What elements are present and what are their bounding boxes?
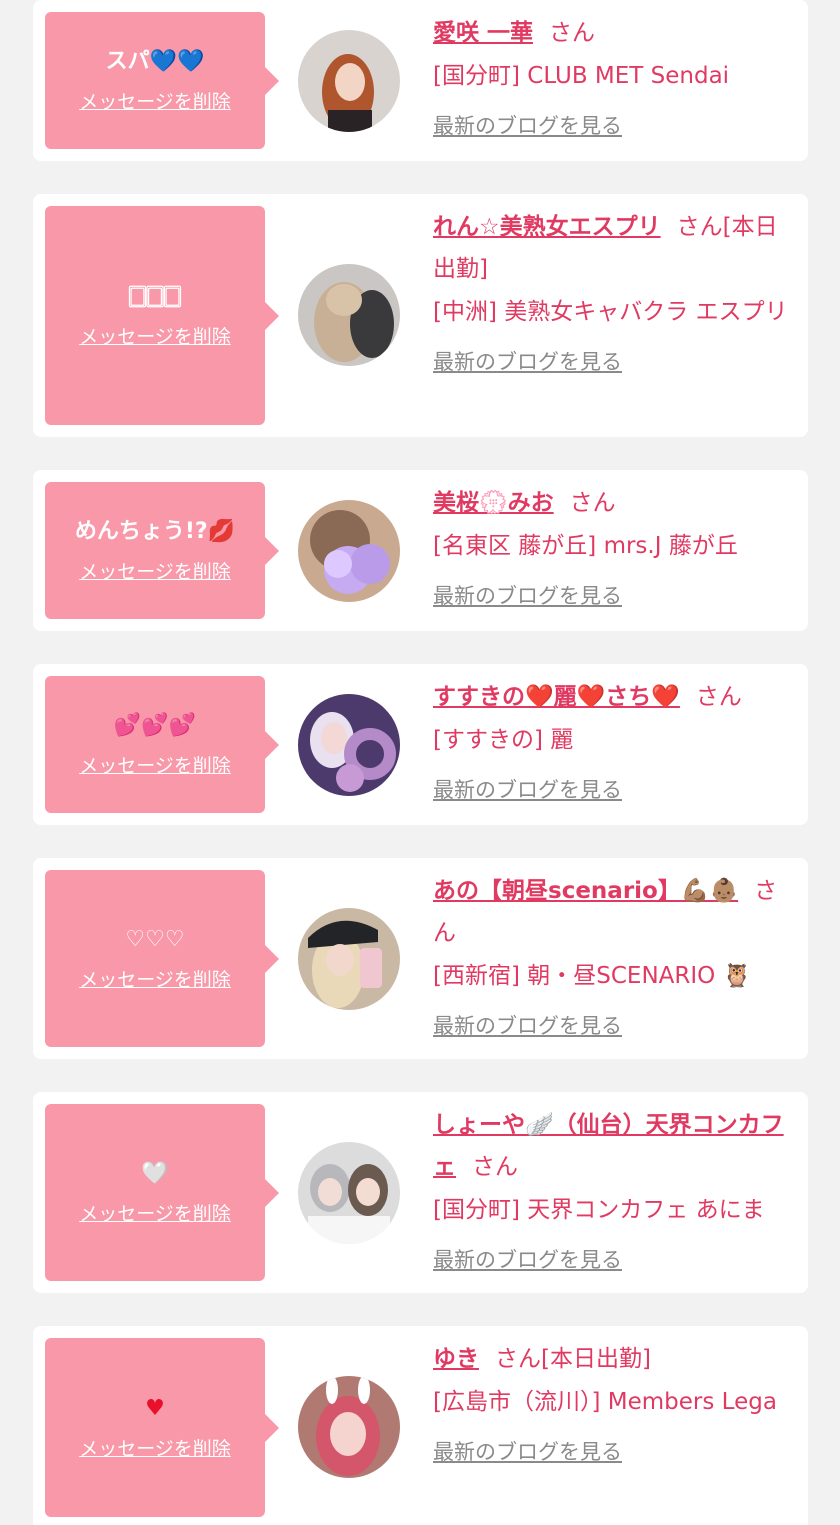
message-text: ♥ [145,1396,165,1421]
cast-name-link[interactable]: 美桜💮みお [433,490,554,516]
message-text: めんちょう!?💋 [74,519,236,544]
delete-message-link[interactable]: メッセージを削除 [79,1199,231,1226]
avatar[interactable] [298,264,400,366]
list-item: 🀆🀆🀆 メッセージを削除 れん☆美熟女エスプリ さん[本日出勤] [中洲] 美熟女… [33,194,808,437]
honorific: さん [676,214,723,240]
avatar[interactable] [298,1376,400,1478]
cast-name-link[interactable]: 愛咲 一華 [433,20,533,46]
message-bubble: スパ💙💙 メッセージを削除 [45,12,279,149]
message-bubble: 🀆🀆🀆 メッセージを削除 [45,206,279,425]
cast-name-link[interactable]: すすきの❤️麗❤️さち❤️ [433,684,680,710]
list-item: ♡♡♡ メッセージを削除 あの【朝昼scenario】💪🏽👶🏽 さん [西新宿] … [33,858,808,1059]
shop-name: [国分町] CLUB MET Sendai [433,63,730,89]
cast-name-link[interactable]: れん☆美熟女エスプリ [433,214,661,240]
message-text: 🤍 [141,1161,169,1186]
message-text: 🀆🀆🀆 [128,284,182,309]
avatar[interactable] [298,694,400,796]
shop-name: [広島市（流川）] Members Lega [433,1389,777,1415]
delete-message-link[interactable]: メッセージを削除 [79,965,231,992]
delete-message-link[interactable]: メッセージを削除 [79,751,231,778]
latest-blog-link[interactable]: 最新のブログを見る [433,1240,622,1280]
latest-blog-link[interactable]: 最新のブログを見る [433,770,622,810]
honorific: さん [472,1154,518,1180]
cast-name-link[interactable]: あの【朝昼scenario】💪🏽👶🏽 [433,878,738,904]
message-bubble: ♡♡♡ メッセージを削除 [45,870,279,1047]
latest-blog-link[interactable]: 最新のブログを見る [433,106,622,146]
shop-name: [すすきの] 麗 [433,727,574,753]
avatar[interactable] [298,1142,400,1244]
honorific: さん [695,684,742,710]
honorific: さん [569,490,616,516]
list-item: 💕💕💕 メッセージを削除 すすきの❤️麗❤️さち❤️ さん [すすきの] 麗 最新… [33,664,808,825]
message-bubble: 💕💕💕 メッセージを削除 [45,676,279,813]
shop-name: [名東区 藤が丘] mrs.J 藤が丘 [433,533,738,559]
message-list: スパ💙💙 メッセージを削除 愛咲 一華 さん [国分町] CLUB MET Sen… [0,0,840,1525]
shop-name: [西新宿] 朝・昼SCENARIO 🦉 [433,963,752,989]
status-text: [本日出勤] [541,1346,651,1372]
delete-message-link[interactable]: メッセージを削除 [79,322,231,349]
delete-message-link[interactable]: メッセージを削除 [79,1434,231,1461]
avatar[interactable] [298,908,400,1010]
honorific: さん [495,1346,541,1372]
list-item: ♥ メッセージを削除 ゆき さん[本日出勤] [広島市（流川）] Members … [33,1326,808,1525]
list-item: スパ💙💙 メッセージを削除 愛咲 一華 さん [国分町] CLUB MET Sen… [33,0,808,161]
delete-message-link[interactable]: メッセージを削除 [79,557,231,584]
list-item: 🤍 メッセージを削除 しょーや🪽（仙台）天界コンカフェ さん [国分町] 天界コン… [33,1092,808,1293]
latest-blog-link[interactable]: 最新のブログを見る [433,1432,622,1472]
message-bubble: ♥ メッセージを削除 [45,1338,279,1517]
delete-message-link[interactable]: メッセージを削除 [79,87,231,114]
message-text: ♡♡♡ [125,927,185,952]
message-bubble: めんちょう!?💋 メッセージを削除 [45,482,279,619]
latest-blog-link[interactable]: 最新のブログを見る [433,342,622,382]
cast-name-link[interactable]: ゆき [433,1346,479,1372]
honorific: さん [549,20,596,46]
message-text: 💕💕💕 [113,713,197,738]
latest-blog-link[interactable]: 最新のブログを見る [433,1006,622,1046]
avatar[interactable] [298,500,400,602]
shop-name: [国分町] 天界コンカフェ あにま [433,1197,765,1223]
avatar[interactable] [298,30,400,132]
list-item: めんちょう!?💋 メッセージを削除 美桜💮みお さん [名東区 藤が丘] mrs.… [33,470,808,631]
latest-blog-link[interactable]: 最新のブログを見る [433,576,622,616]
shop-name: [中洲] 美熟女キャバクラ エスプリ [433,299,788,325]
message-text: スパ💙💙 [105,49,205,74]
message-bubble: 🤍 メッセージを削除 [45,1104,279,1281]
